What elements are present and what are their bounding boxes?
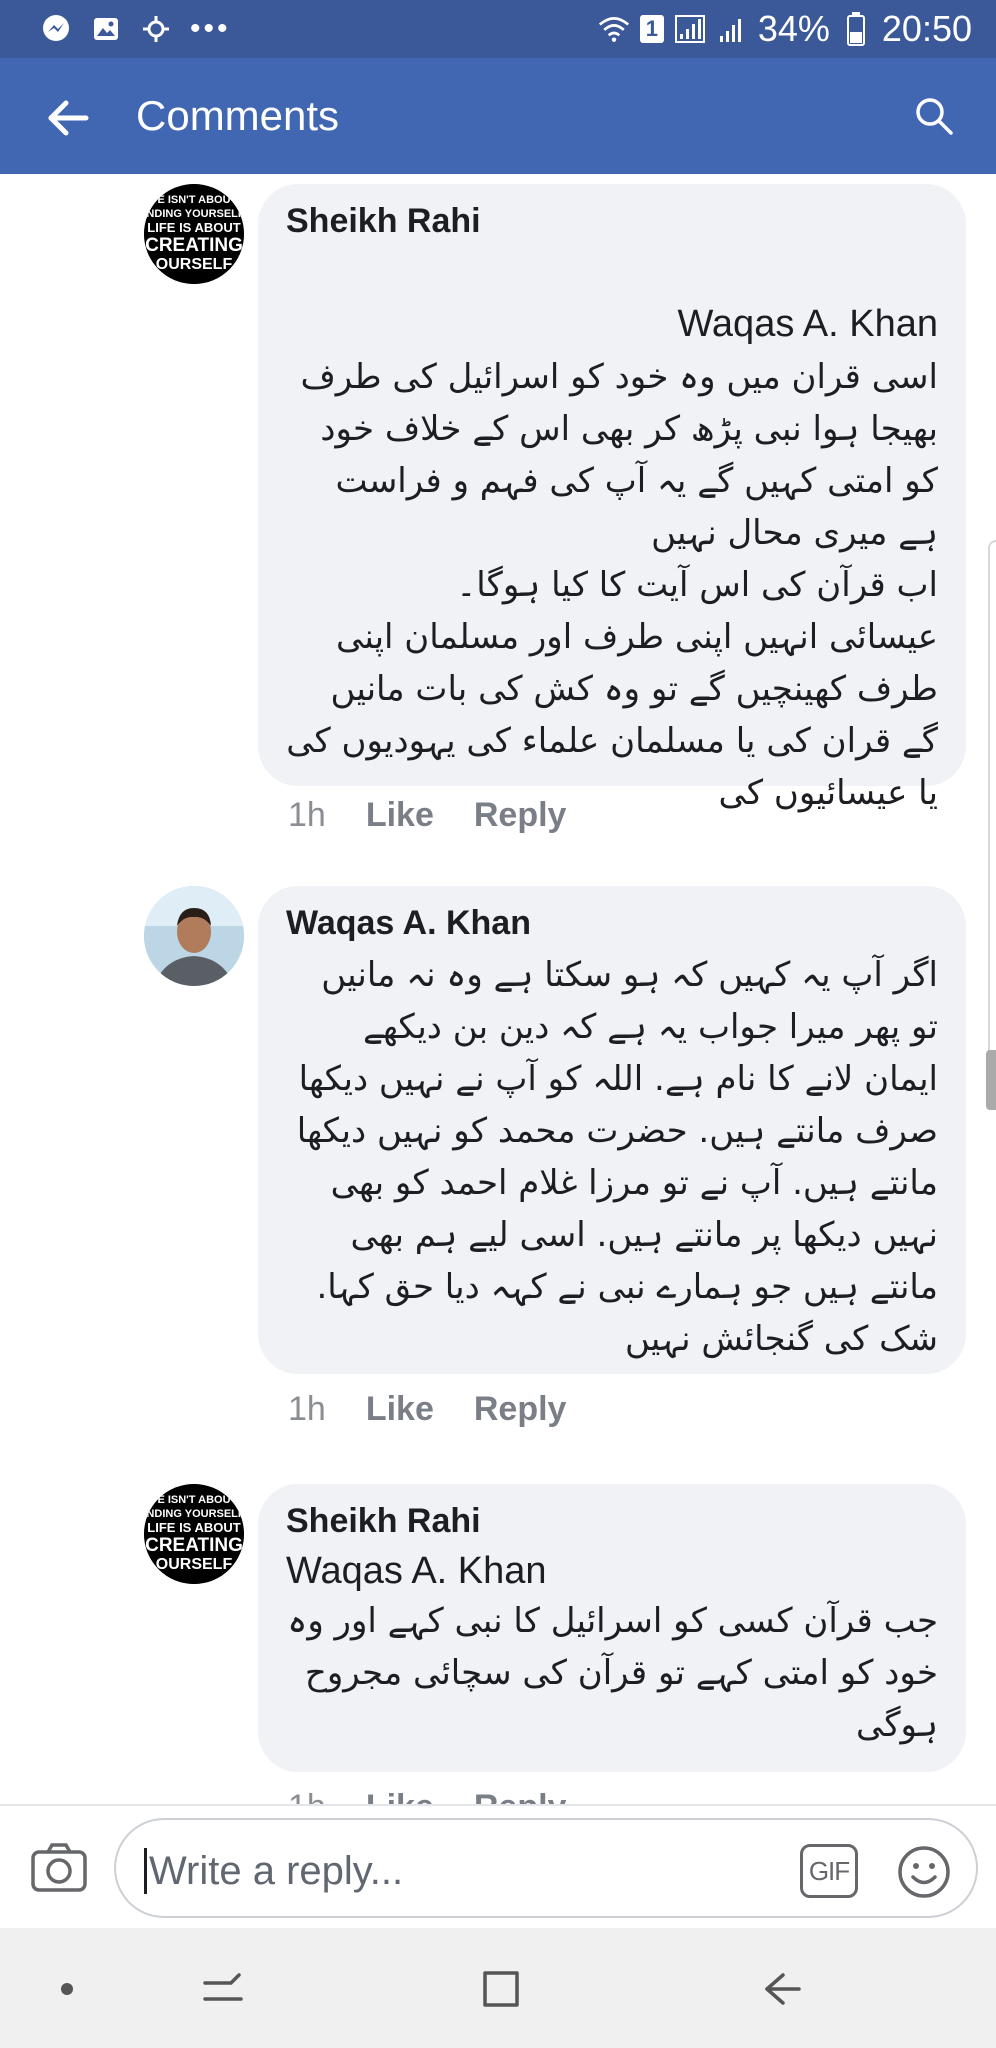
notification-icons: •••: [40, 13, 231, 45]
reply-button[interactable]: Reply: [474, 1390, 567, 1429]
comment-actions: 1h Like Reply: [288, 796, 566, 835]
reply-composer: GIF: [0, 1804, 996, 1928]
like-button[interactable]: Like: [366, 1788, 434, 1804]
svg-text:INDING YOURSELF: INDING YOURSELF: [144, 208, 244, 220]
profile-photo-avatar: [144, 886, 244, 986]
comment-bubble: Sheikh Rahi Waqas A. Khan اسی قران میں و…: [258, 184, 966, 813]
reply-button[interactable]: Reply: [474, 796, 567, 835]
svg-text:LIFE IS ABOUT: LIFE IS ABOUT: [147, 1520, 240, 1535]
sim-badge: 1: [639, 15, 664, 43]
svg-text:LIFE IS ABOUT: LIFE IS ABOUT: [147, 220, 240, 235]
comment-list: E ISN'T ABOU INDING YOURSELF LIFE IS ABO…: [0, 174, 996, 1804]
settings-sync-icon: [140, 13, 172, 45]
svg-text:E ISN'T ABOU: E ISN'T ABOU: [157, 1494, 230, 1506]
comment-actions: 1h Like Reply: [288, 1788, 566, 1804]
comment-bubble: Sheikh Rahi Waqas A. Khan جب قرآن کسی کو…: [258, 1484, 966, 1772]
svg-text:E ISN'T ABOU: E ISN'T ABOU: [157, 194, 230, 206]
back-nav-icon: [765, 1973, 801, 2005]
recent-apps-button[interactable]: [198, 1966, 248, 2012]
battery-icon: [840, 12, 872, 46]
comment-timestamp: 1h: [288, 1390, 326, 1428]
svg-text:OURSELF: OURSELF: [156, 1556, 233, 1573]
camera-icon: [31, 1843, 87, 1892]
emoji-button[interactable]: [896, 1844, 952, 1900]
comment-text: جب قرآن کسی کو اسرائیل کا نبی کہے اور وہ…: [287, 1601, 938, 1745]
comment-author[interactable]: Sheikh Rahi: [286, 202, 938, 241]
mention-link[interactable]: Waqas A. Khan: [677, 303, 938, 345]
dot-icon: [61, 1983, 73, 1995]
camera-button[interactable]: [30, 1842, 88, 1894]
comment-author[interactable]: Waqas A. Khan: [286, 904, 938, 943]
back-button[interactable]: [44, 94, 92, 142]
scrollbar-thumb[interactable]: [986, 1050, 996, 1110]
comment-timestamp: 1h: [288, 796, 326, 834]
comment-text: Waqas A. Khan اسی قران میں وہ خود کو اسر…: [286, 303, 938, 813]
scroll-track: [988, 540, 996, 1100]
gallery-icon: [90, 13, 122, 45]
messenger-icon: [40, 13, 72, 45]
svg-text:INDING YOURSELF: INDING YOURSELF: [144, 1508, 244, 1520]
page-title: Comments: [136, 92, 340, 139]
gif-button[interactable]: GIF: [800, 1844, 858, 1898]
comment-actions: 1h Like Reply: [288, 1390, 566, 1429]
wifi-icon: [598, 13, 630, 45]
avatar[interactable]: [144, 886, 244, 986]
app-bar: Comments: [0, 58, 996, 174]
svg-text:CREATING: CREATING: [145, 235, 243, 256]
comment-author[interactable]: Sheikh Rahi: [286, 1502, 938, 1541]
back-arrow-icon: [48, 100, 89, 136]
comment-timestamp: 1h: [288, 1788, 326, 1804]
clock: 20:50: [881, 8, 972, 49]
avatar[interactable]: E ISN'T ABOU INDING YOURSELF LIFE IS ABO…: [144, 1484, 244, 1584]
reply-field[interactable]: GIF: [114, 1818, 978, 1918]
like-button[interactable]: Like: [366, 1390, 434, 1429]
status-bar: ••• 1 34% 20:50: [0, 0, 996, 58]
svg-text:CREATING: CREATING: [145, 1535, 243, 1556]
reply-button[interactable]: Reply: [474, 1788, 567, 1804]
more-notifications-icon: •••: [190, 12, 231, 45]
nav-dot-button[interactable]: [42, 1966, 92, 2012]
quote-logo-avatar: E ISN'T ABOU INDING YOURSELF LIFE IS ABO…: [144, 184, 244, 284]
comment-text: اگر آپ یہ کہیں کہ ہو سکتا ہے وہ نہ مانیں…: [296, 955, 938, 1359]
recent-apps-icon: [203, 1973, 243, 2001]
svg-text:OURSELF: OURSELF: [156, 256, 233, 273]
back-nav-button[interactable]: [756, 1966, 806, 2012]
battery-percent: 34%: [757, 8, 830, 49]
search-button[interactable]: [910, 92, 958, 140]
search-icon: [916, 98, 953, 135]
home-button[interactable]: [476, 1966, 526, 2012]
avatar[interactable]: E ISN'T ABOU INDING YOURSELF LIFE IS ABO…: [144, 184, 244, 284]
reply-input[interactable]: [144, 1848, 744, 1894]
like-button[interactable]: Like: [366, 796, 434, 835]
home-icon: [483, 1971, 519, 2007]
mention-link[interactable]: Waqas A. Khan: [286, 1547, 938, 1595]
system-nav-bar: [0, 1928, 996, 2048]
signal-1-icon: [674, 13, 706, 45]
signal-2-icon: [716, 13, 748, 45]
smiley-icon: [898, 1846, 950, 1898]
comment-bubble: Waqas A. Khan اگر آپ یہ کہیں کہ ہو سکتا …: [258, 886, 966, 1374]
quote-logo-avatar: E ISN'T ABOU INDING YOURSELF LIFE IS ABO…: [144, 1484, 244, 1584]
